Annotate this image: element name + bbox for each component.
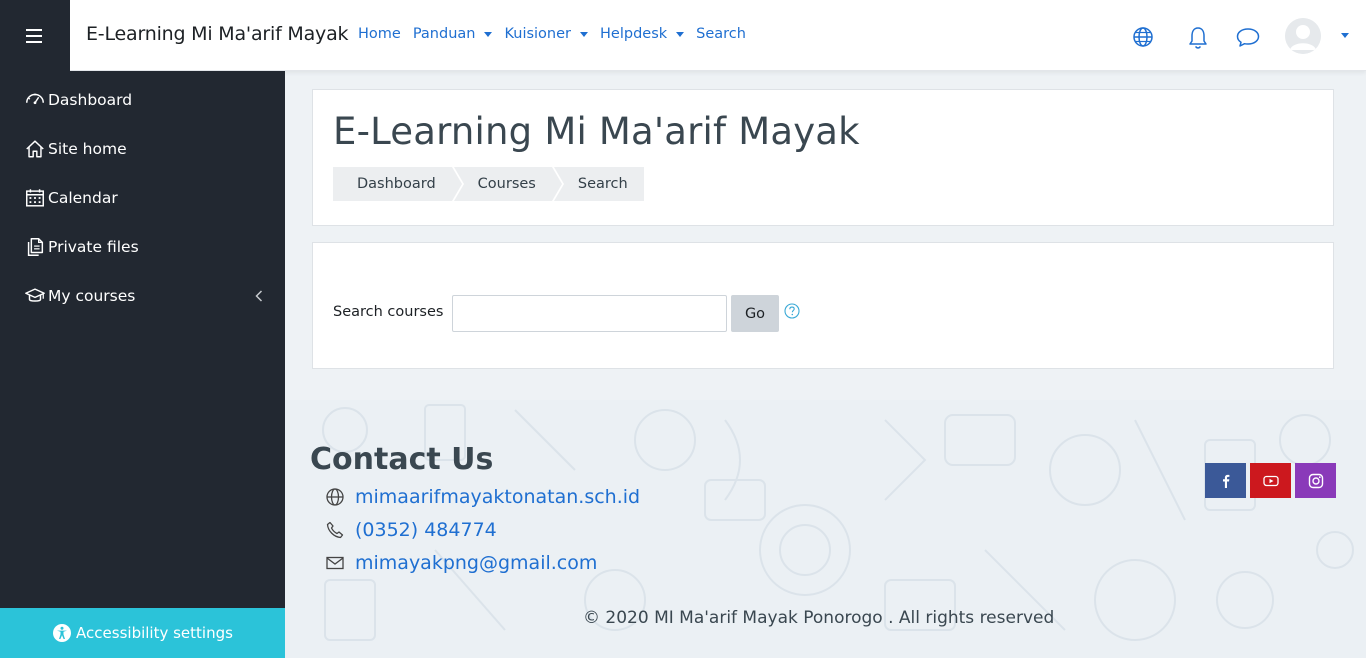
- sidebar-item-dashboard[interactable]: Dashboard: [24, 88, 132, 112]
- phone-text: (0352) 484774: [355, 519, 497, 541]
- breadcrumb-courses[interactable]: Courses: [453, 167, 565, 201]
- top-navbar: E-Learning Mi Ma'arif Mayak Home Panduan…: [0, 0, 1366, 71]
- copyright-text: © 2020 MI Ma'arif Mayak Ponorogo . All r…: [583, 608, 1055, 628]
- chevron-down-icon: [484, 31, 493, 37]
- page-title: E-Learning Mi Ma'arif Mayak: [333, 110, 860, 153]
- site-brand[interactable]: E-Learning Mi Ma'arif Mayak: [86, 23, 349, 45]
- breadcrumb-dashboard[interactable]: Dashboard: [333, 167, 464, 201]
- course-search-card: Search courses Go: [312, 242, 1334, 369]
- site-footer: Contact Us mimaarifmayaktonatan.sch.id (…: [285, 400, 1366, 658]
- instagram-button[interactable]: [1295, 463, 1336, 498]
- phone-link[interactable]: (0352) 484774: [325, 519, 497, 541]
- website-link[interactable]: mimaarifmayaktonatan.sch.id: [325, 486, 640, 508]
- sidebar-item-calendar[interactable]: Calendar: [24, 186, 118, 210]
- dashboard-icon: [26, 93, 44, 105]
- nav-kuisioner[interactable]: Kuisioner: [504, 26, 589, 42]
- sidebar-item-my-courses[interactable]: My courses: [24, 284, 135, 308]
- globe-icon: [326, 488, 344, 506]
- user-silhouette-icon: [1285, 18, 1321, 54]
- nav-drawer: Dashboard Site home Calendar Private fil…: [0, 71, 285, 658]
- go-button[interactable]: Go: [731, 295, 779, 332]
- youtube-icon: [1262, 475, 1279, 486]
- breadcrumb-search: Search: [553, 167, 644, 201]
- notification-bell-icon[interactable]: [1187, 24, 1209, 52]
- youtube-button[interactable]: [1250, 463, 1291, 498]
- user-avatar[interactable]: [1285, 18, 1321, 54]
- search-courses-input[interactable]: [452, 295, 727, 332]
- help-icon[interactable]: [784, 303, 800, 319]
- sidebar-item-label: Dashboard: [48, 91, 133, 109]
- website-text: mimaarifmayaktonatan.sch.id: [355, 486, 641, 508]
- accessibility-icon: [53, 624, 72, 642]
- sidebar-item-label: Private files: [48, 238, 139, 256]
- sidebar-item-label: My courses: [48, 287, 136, 305]
- nav-search[interactable]: Search: [696, 26, 746, 42]
- contact-us-heading: Contact Us: [310, 442, 494, 477]
- messages-icon[interactable]: [1235, 24, 1261, 52]
- email-text: mimayakpng@gmail.com: [355, 552, 598, 574]
- sidebar-item-label: Site home: [48, 140, 127, 158]
- search-courses-label: Search courses: [333, 304, 444, 320]
- email-link[interactable]: mimayakpng@gmail.com: [325, 552, 597, 574]
- graduation-cap-icon: [25, 288, 45, 302]
- page-header-card: E-Learning Mi Ma'arif Mayak Dashboard Co…: [312, 89, 1334, 226]
- facebook-button[interactable]: [1205, 463, 1246, 498]
- instagram-icon: [1308, 473, 1323, 488]
- home-icon: [26, 140, 44, 158]
- chevron-left-icon[interactable]: [253, 289, 265, 303]
- sidebar-item-label: Calendar: [48, 189, 118, 207]
- chevron-down-icon: [676, 31, 685, 37]
- sidebar-item-site-home[interactable]: Site home: [24, 137, 127, 161]
- hamburger-icon: [26, 28, 42, 43]
- chevron-down-icon: [580, 31, 589, 37]
- primary-nav: Home Panduan Kuisioner Helpdesk Search: [358, 26, 746, 42]
- drawer-toggle-button[interactable]: [0, 0, 70, 71]
- facebook-icon: [1222, 474, 1229, 488]
- sidebar-item-private-files[interactable]: Private files: [24, 235, 139, 259]
- accessibility-settings-button[interactable]: Accessibility settings: [0, 608, 285, 658]
- nav-panduan[interactable]: Panduan: [413, 26, 493, 42]
- language-icon[interactable]: [1131, 23, 1155, 51]
- phone-icon: [326, 521, 344, 539]
- calendar-icon: [26, 189, 44, 207]
- files-icon: [27, 238, 44, 256]
- envelope-icon: [326, 556, 344, 570]
- accessibility-settings-label: Accessibility settings: [76, 624, 233, 642]
- breadcrumb: Dashboard Courses Search: [333, 167, 646, 201]
- nav-home[interactable]: Home: [358, 26, 401, 42]
- user-menu-chevron-icon[interactable]: [1341, 33, 1349, 38]
- nav-helpdesk[interactable]: Helpdesk: [600, 26, 685, 42]
